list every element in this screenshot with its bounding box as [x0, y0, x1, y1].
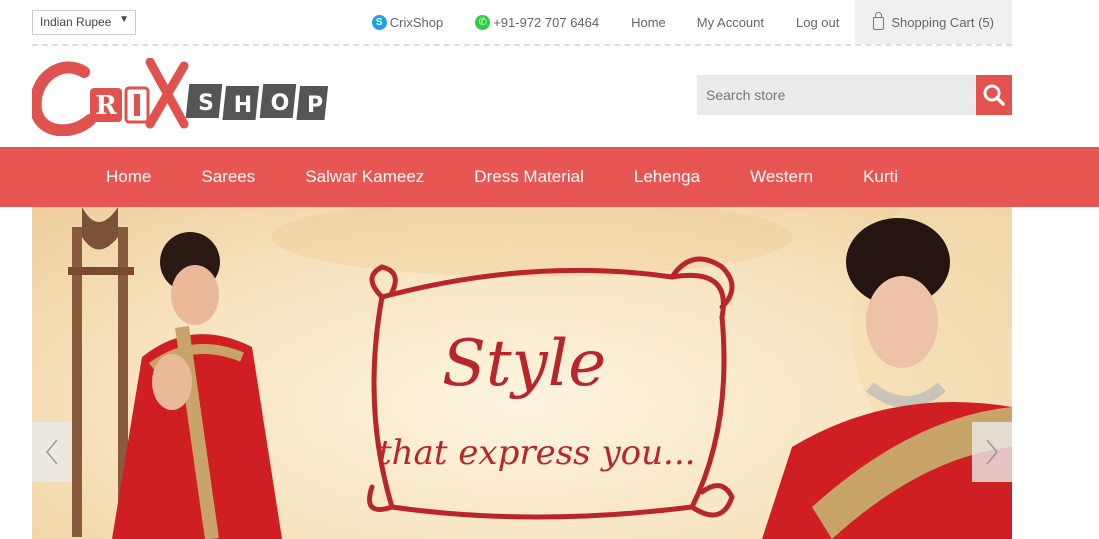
svg-text:S: S: [198, 91, 214, 116]
nav-item-home[interactable]: Home: [106, 167, 151, 187]
banner-slider[interactable]: Style that express you...: [32, 207, 1012, 539]
slider-next-button[interactable]: [972, 422, 1012, 482]
main-navigation: Home Sarees Salwar Kameez Dress Material…: [0, 147, 1099, 207]
top-bar: Indian Rupee ▼ S CrixShop ✆ +91-972 707 …: [32, 0, 1012, 46]
nav-item-western[interactable]: Western: [750, 167, 813, 187]
cart-label: Shopping Cart (5): [891, 14, 994, 30]
svg-text:P: P: [307, 93, 323, 118]
whatsapp-icon: ✆: [475, 14, 491, 30]
crixshop-logo-graphic: R S H O P: [29, 57, 329, 137]
site-logo[interactable]: R S H O P: [29, 57, 332, 137]
currency-select[interactable]: Indian Rupee ▼: [32, 10, 136, 35]
nav-item-dress-material[interactable]: Dress Material: [474, 167, 584, 187]
nav-item-lehenga[interactable]: Lehenga: [634, 167, 700, 187]
svg-text:H: H: [234, 93, 252, 118]
slider-prev-button[interactable]: [32, 422, 72, 482]
currency-value: Indian Rupee: [40, 15, 112, 29]
shopping-bag-icon: [873, 11, 885, 30]
dropdown-arrow-icon: ▼: [119, 14, 129, 25]
logout-link[interactable]: Log out: [796, 15, 839, 30]
search-box: [697, 75, 1012, 115]
search-icon: [983, 84, 1005, 106]
top-links: S CrixShop ✆ +91-972 707 6464 Home My Ac…: [371, 0, 1012, 44]
svg-text:R: R: [95, 91, 117, 121]
nav-item-kurti[interactable]: Kurti: [863, 167, 898, 187]
banner-tagline: that express you...: [378, 433, 696, 473]
search-button[interactable]: [976, 75, 1012, 115]
skype-link[interactable]: S CrixShop: [371, 14, 444, 30]
nav-item-sarees[interactable]: Sarees: [201, 167, 255, 187]
svg-text:O: O: [271, 91, 290, 116]
chevron-left-icon: [46, 439, 58, 465]
whatsapp-link[interactable]: ✆ +91-972 707 6464: [475, 14, 600, 30]
phone-label: +91-972 707 6464: [493, 14, 600, 30]
nav-item-salwar-kameez[interactable]: Salwar Kameez: [305, 167, 424, 187]
skype-label: CrixShop: [389, 14, 444, 30]
home-link[interactable]: Home: [631, 15, 666, 30]
my-account-link[interactable]: My Account: [697, 15, 764, 30]
shopping-cart-link[interactable]: Shopping Cart (5): [855, 0, 1012, 44]
skype-icon: S: [371, 14, 387, 30]
banner-headline: Style: [442, 327, 607, 401]
search-input[interactable]: [697, 75, 976, 115]
chevron-right-icon: [986, 439, 998, 465]
